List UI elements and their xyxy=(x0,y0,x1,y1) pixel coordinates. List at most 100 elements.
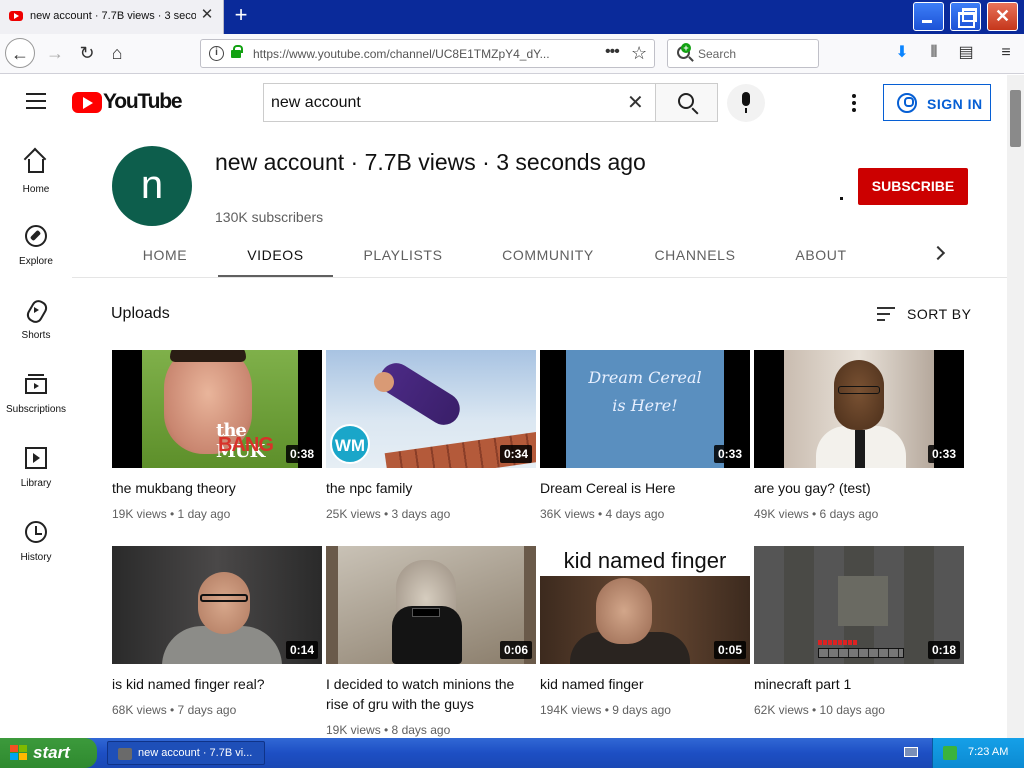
video-title[interactable]: the mukbang theory xyxy=(112,478,322,498)
search-input[interactable]: new account ✕ xyxy=(263,83,655,122)
browser-search-box[interactable]: + Search xyxy=(667,39,819,68)
video-card[interactable]: the MUK BANG 0:38 the mukbang theory 19K… xyxy=(112,350,322,530)
url-text[interactable]: https://www.youtube.com/channel/UC8E1TMZ… xyxy=(253,47,571,61)
video-card[interactable]: WM 0:34 the npc family 25K views • 3 day… xyxy=(326,350,536,530)
sidebar-item-history[interactable]: History xyxy=(0,521,72,581)
tab-channels[interactable]: CHANNELS xyxy=(653,239,737,277)
video-title[interactable]: I decided to watch minions the rise of g… xyxy=(326,674,536,714)
scrollbar-thumb[interactable] xyxy=(1010,90,1021,147)
menu-icon[interactable]: ≡ xyxy=(996,43,1016,63)
video-duration: 0:18 xyxy=(927,641,960,659)
lock-icon xyxy=(231,45,243,58)
tab-about[interactable]: ABOUT xyxy=(793,239,849,277)
video-title[interactable]: minecraft part 1 xyxy=(754,674,964,694)
address-bar[interactable]: i https://www.youtube.com/channel/UC8E1T… xyxy=(200,39,655,68)
sidebar-item-library[interactable]: Library xyxy=(0,447,72,507)
browser-tab[interactable]: new account · 7.7B views · 3 seconds ago… xyxy=(0,0,224,34)
page-actions-icon[interactable]: ••• xyxy=(605,43,620,61)
video-title[interactable]: Dream Cereal is Here xyxy=(540,478,750,498)
sidebar-item-subscriptions[interactable]: Subscriptions xyxy=(0,373,72,433)
guide-menu-icon[interactable] xyxy=(26,93,46,109)
video-title[interactable]: is kid named finger real? xyxy=(112,674,322,694)
video-card[interactable]: kid named finger 0:05 kid named finger 1… xyxy=(540,546,750,726)
close-icon: ✕ xyxy=(994,6,1011,26)
video-duration: 0:33 xyxy=(713,445,746,463)
video-card[interactable]: Dream Cereal is Here! 0:33 Dream Cereal … xyxy=(540,350,750,530)
sidebar-item-home[interactable]: Home xyxy=(0,153,72,213)
home-button[interactable]: ⌂ xyxy=(102,38,132,68)
video-thumbnail[interactable]: WM 0:34 xyxy=(326,350,536,468)
video-thumbnail[interactable]: the MUK BANG 0:38 xyxy=(112,350,322,468)
voice-search-icon[interactable] xyxy=(727,84,765,122)
video-card[interactable]: 0:06 I decided to watch minions the rise… xyxy=(326,546,536,737)
download-icon[interactable]: ⬇ xyxy=(892,43,912,63)
tab-videos[interactable]: VIDEOS xyxy=(218,239,333,277)
taskbar-window-button[interactable]: new account · 7.7B vi... xyxy=(107,741,265,765)
video-thumbnail[interactable]: kid named finger 0:05 xyxy=(540,546,750,664)
bookmark-star-icon[interactable]: ☆ xyxy=(631,43,647,64)
sort-by-button[interactable]: SORT BY xyxy=(877,305,973,325)
close-window-button[interactable]: ✕ xyxy=(987,2,1018,31)
settings-more-icon[interactable] xyxy=(846,93,862,113)
tab-playlists[interactable]: PLAYLISTS xyxy=(362,239,444,277)
page-scrollbar[interactable] xyxy=(1007,75,1024,738)
video-card[interactable]: 0:14 is kid named finger real? 68K views… xyxy=(112,546,322,726)
library-icon[interactable]: ⫴ xyxy=(924,43,944,63)
search-value[interactable]: new account xyxy=(271,94,361,112)
video-card[interactable]: 0:33 are you gay? (test) 49K views • 6 d… xyxy=(754,350,964,530)
sidebar-item-label: Subscriptions xyxy=(5,404,67,415)
separator-dot xyxy=(840,197,843,200)
video-title[interactable]: the npc family xyxy=(326,478,536,498)
video-duration: 0:14 xyxy=(285,641,318,659)
youtube-logo-icon[interactable] xyxy=(72,92,102,113)
video-duration: 0:05 xyxy=(713,641,746,659)
video-title[interactable]: are you gay? (test) xyxy=(754,478,964,498)
account-icon xyxy=(897,93,917,113)
thumbnail-text: BANG xyxy=(218,434,274,456)
reload-button[interactable]: ↻ xyxy=(72,38,102,68)
video-thumbnail[interactable]: Dream Cereal is Here! 0:33 xyxy=(540,350,750,468)
restore-button[interactable] xyxy=(950,2,981,31)
clear-search-icon[interactable]: ✕ xyxy=(627,90,644,115)
video-card[interactable]: 0:18 minecraft part 1 62K views • 10 day… xyxy=(754,546,964,726)
thumbnail-logo: the MUK BANG xyxy=(216,420,280,464)
keyboard-icon[interactable] xyxy=(904,747,918,757)
video-meta: 19K views • 8 days ago xyxy=(326,723,451,737)
network-icon[interactable] xyxy=(943,746,957,760)
video-thumbnail[interactable]: 0:06 xyxy=(326,546,536,664)
sidebar-item-explore[interactable]: Explore xyxy=(0,225,72,285)
video-meta: 36K views • 4 days ago xyxy=(540,507,665,521)
clock[interactable]: 7:23 AM xyxy=(968,746,1008,758)
back-button[interactable]: ← xyxy=(5,38,35,68)
taskbar: start new account · 7.7B vi... 7:23 AM xyxy=(0,738,1024,768)
firefox-icon xyxy=(118,748,132,760)
new-tab-button[interactable]: + xyxy=(229,4,253,28)
taskbar-window-label: new account · 7.7B vi... xyxy=(138,747,253,759)
video-meta: 19K views • 1 day ago xyxy=(112,507,231,521)
start-button[interactable]: start xyxy=(0,738,97,768)
sidebar-toggle-icon[interactable]: ▤ xyxy=(956,43,976,63)
video-thumbnail[interactable]: 0:33 xyxy=(754,350,964,468)
chevron-right-icon[interactable] xyxy=(930,243,950,263)
sidebar-item-shorts[interactable]: Shorts xyxy=(0,299,72,359)
forward-button[interactable]: → xyxy=(40,38,70,68)
video-meta: 68K views • 7 days ago xyxy=(112,703,237,717)
sign-in-button[interactable]: SIGN IN xyxy=(883,84,991,121)
subscribe-button[interactable]: SUBSCRIBE xyxy=(858,168,968,205)
site-info-icon[interactable]: i xyxy=(209,46,224,61)
video-thumbnail[interactable]: 0:14 xyxy=(112,546,322,664)
tab-community[interactable]: COMMUNITY xyxy=(500,239,596,277)
tab-home[interactable]: HOME xyxy=(140,239,190,277)
video-thumbnail[interactable]: 0:18 xyxy=(754,546,964,664)
close-tab-icon[interactable]: ✕ xyxy=(199,7,215,23)
home-icon xyxy=(28,159,44,173)
video-title[interactable]: kid named finger xyxy=(540,674,750,694)
video-meta: 49K views • 6 days ago xyxy=(754,507,879,521)
search-button[interactable] xyxy=(655,83,718,122)
channel-name: new account · 7.7B views · 3 seconds ago xyxy=(215,149,646,175)
system-tray: 7:23 AM xyxy=(932,738,1024,768)
add-search-engine-icon: + xyxy=(681,43,691,53)
minimize-button[interactable] xyxy=(913,2,944,31)
navigation-toolbar: ← → ↻ ⌂ i https://www.youtube.com/channe… xyxy=(0,34,1024,74)
youtube-wordmark[interactable]: YouTube xyxy=(103,90,183,114)
